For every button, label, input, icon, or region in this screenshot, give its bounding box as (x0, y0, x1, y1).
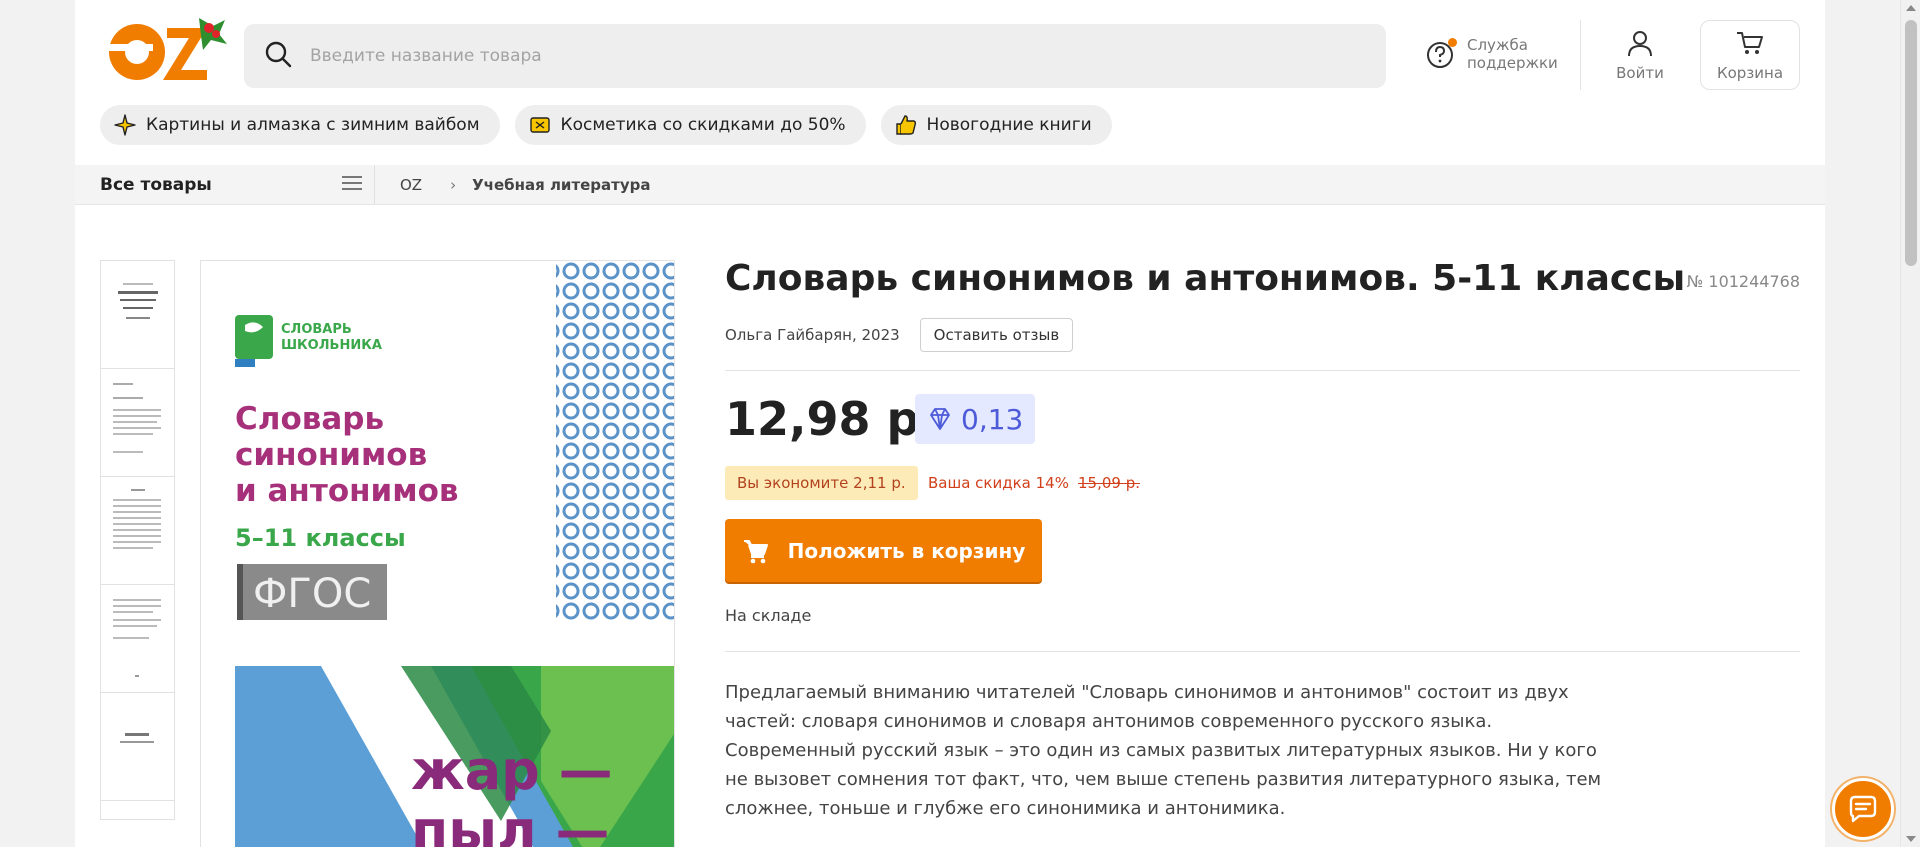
product-title: Словарь синонимов и антонимов. 5-11 клас… (725, 258, 1686, 299)
chip-label: Новогодние книги (926, 115, 1092, 135)
old-price: 15,09 р. (1078, 474, 1140, 492)
search-bar[interactable] (244, 24, 1386, 88)
chip-label: Картины и алмазка с зимним вайбом (146, 115, 480, 135)
thumbnail-page[interactable] (101, 369, 174, 477)
breadcrumb-current[interactable]: Учебная литература (472, 176, 650, 194)
cover-word-1: жар — (411, 739, 613, 802)
ticket-icon (529, 117, 550, 133)
thumbnail-cover[interactable] (101, 261, 174, 369)
chip-newyear-books[interactable]: Новогодние книги (880, 105, 1112, 145)
cover-title-3: и антонимов (235, 473, 459, 509)
bonus-value: 0,13 (961, 402, 1024, 436)
notification-dot (1448, 38, 1457, 47)
page: OZ Служба поддержки Войти Корзина Картин… (75, 0, 1825, 847)
thumbs-up-icon (895, 115, 916, 135)
help-icon (1425, 38, 1457, 70)
scroll-up-arrow[interactable] (1906, 5, 1916, 11)
author-year[interactable]: Ольга Гайбарян, 2023 (725, 326, 900, 344)
breadcrumb-separator: › (450, 176, 457, 194)
chip-label: Косметика со скидками до 50% (560, 115, 846, 135)
cover-standard: ФГОС (253, 571, 371, 617)
cover-title-1: Словарь (235, 401, 384, 437)
leave-review-button[interactable]: Оставить отзыв (919, 318, 1074, 352)
chat-icon (1849, 795, 1877, 823)
divider (725, 370, 1800, 371)
support-label-line1: Служба (1467, 36, 1528, 54)
diamond-icon (930, 408, 950, 430)
cover-title-2: синонимов (235, 437, 427, 473)
cover-series-2: ШКОЛЬНИКА (281, 338, 382, 353)
thumbnail-page[interactable] (101, 477, 174, 585)
add-to-cart-button[interactable]: Положить в корзину (725, 519, 1042, 582)
cart-icon (743, 539, 768, 563)
scroll-down-arrow[interactable] (1906, 836, 1916, 842)
user-icon (1628, 31, 1652, 57)
search-input[interactable] (310, 46, 1210, 66)
product-meta: Ольга Гайбарян, 2023 Оставить отзыв (725, 318, 1074, 352)
all-goods-label: Все товары (100, 175, 212, 195)
search-icon[interactable] (264, 40, 292, 72)
login-label: Войти (1616, 64, 1664, 82)
login-button[interactable]: Войти (1590, 20, 1690, 90)
stock-status: На складе (725, 606, 812, 625)
thumbnail-page[interactable] (101, 693, 174, 801)
price: 12,98 р. (725, 392, 937, 446)
bonus-badge[interactable]: 0,13 (915, 394, 1036, 444)
svg-text:OZ: OZ (103, 14, 127, 18)
scrollbar-thumb[interactable] (1905, 20, 1917, 266)
breadcrumb: OZ › Учебная литература (400, 165, 651, 205)
cover-word-2: пыл — (411, 799, 610, 847)
oz-logo[interactable]: OZ (103, 14, 228, 84)
thumbnail-page[interactable] (101, 585, 174, 693)
thumbnail-list (100, 260, 175, 820)
product-number: № 101244768 (1686, 272, 1800, 291)
discount-text: Ваша скидка 14% (928, 474, 1069, 492)
breadcrumb-home[interactable]: OZ (400, 176, 422, 194)
add-to-cart-label: Положить в корзину (787, 538, 1026, 563)
page-scrollbar[interactable] (1900, 0, 1920, 847)
chip-cosmetics[interactable]: Косметика со скидками до 50% (514, 105, 866, 145)
chip-paintings[interactable]: Картины и алмазка с зимним вайбом (100, 105, 500, 145)
support-link[interactable]: Служба поддержки (1425, 36, 1558, 72)
all-goods-menu[interactable]: Все товары (100, 165, 375, 205)
support-label-line2: поддержки (1467, 54, 1558, 72)
cart-icon (1737, 32, 1763, 54)
header-divider (1580, 20, 1581, 90)
nav-bar: Все товары OZ › Учебная литература (75, 165, 1825, 205)
product-description: Предлагаемый вниманию читателей "Словарь… (725, 682, 1602, 819)
product-cover-image[interactable]: СЛОВАРЬ ШКОЛЬНИКА Словарь синонимов и ан… (200, 260, 675, 847)
chat-widget-button[interactable] (1832, 778, 1894, 840)
cart-label: Корзина (1716, 64, 1784, 82)
cart-button[interactable]: Корзина (1700, 20, 1800, 90)
sparkle-icon (114, 114, 136, 136)
promo-chips: Картины и алмазка с зимним вайбом Космет… (100, 105, 1112, 145)
savings-badge: Вы экономите 2,11 р. (725, 466, 918, 500)
cover-series-1: СЛОВАРЬ (281, 322, 352, 337)
menu-icon (342, 176, 362, 190)
divider (725, 651, 1800, 652)
cover-grades: 5–11 классы (235, 524, 406, 552)
